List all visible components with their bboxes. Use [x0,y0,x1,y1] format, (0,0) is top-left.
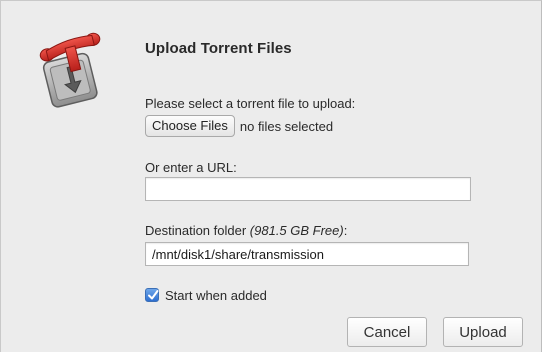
checkmark-icon [148,290,159,300]
transmission-app-icon [39,32,101,108]
upload-button[interactable]: Upload [443,317,523,347]
start-when-added-checkbox[interactable] [145,288,159,302]
torrent-file-label: Please select a torrent file to upload: [145,96,356,111]
start-when-added-label: Start when added [165,287,267,303]
start-when-added-option[interactable]: Start when added [145,286,267,304]
free-space-text: (981.5 GB Free) [249,223,344,238]
choose-files-button[interactable]: Choose Files [145,115,235,137]
file-chooser: Choose Files no files selected [145,115,333,137]
upload-torrent-dialog: Upload Torrent Files Please select a tor… [0,0,542,352]
destination-folder-input[interactable] [145,242,469,266]
destination-label-text: Destination folder [145,223,247,238]
dialog-title: Upload Torrent Files [145,40,292,57]
cancel-button[interactable]: Cancel [347,317,427,347]
destination-label-suffix: : [343,223,348,238]
url-input[interactable] [145,177,471,201]
file-selection-status: no files selected [239,118,334,134]
destination-folder-label: Destination folder (981.5 GB Free): [145,223,347,238]
url-label: Or enter a URL: [145,160,237,175]
